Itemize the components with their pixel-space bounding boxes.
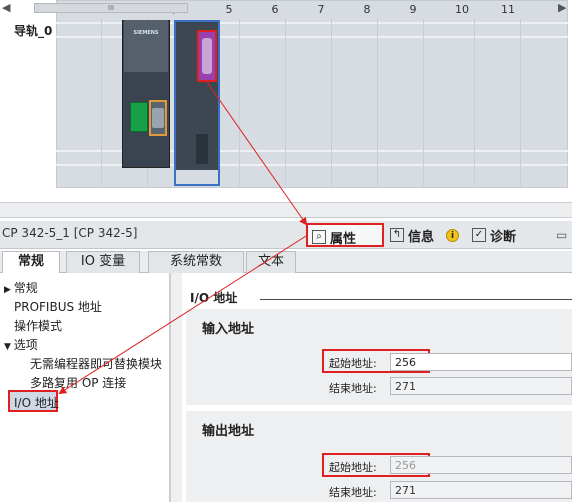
- output-end-address-field: [390, 481, 572, 499]
- slot-number: 10: [455, 3, 469, 16]
- section-divider: [260, 299, 572, 300]
- slot-divider: [239, 18, 240, 186]
- tab-properties-label: 属性: [330, 232, 357, 247]
- info-tab-icon: ↰: [390, 228, 404, 242]
- slot-number: 9: [409, 3, 417, 16]
- info-badge-icon: i: [446, 229, 459, 242]
- tab-diagnostics-label: 诊断: [490, 230, 517, 245]
- tree-item-io-address-label: I/O 地址: [14, 396, 59, 410]
- input-group-title: 输入地址: [202, 322, 255, 337]
- tree-item-profibus[interactable]: PROFIBUS 地址: [14, 298, 102, 315]
- subtab-general[interactable]: 常规: [2, 251, 60, 273]
- output-start-label: 起始地址:: [329, 461, 377, 474]
- slot-divider: [423, 18, 424, 186]
- properties-icon: ⌕: [312, 230, 326, 244]
- input-start-address-field[interactable]: [390, 353, 572, 371]
- tab-info-label: 信息: [408, 230, 435, 245]
- horizontal-scrollbar[interactable]: [0, 202, 572, 218]
- tree-scrollbar[interactable]: [170, 273, 182, 502]
- slot-number: 8: [363, 3, 371, 16]
- section-title: I/O 地址: [190, 291, 238, 305]
- inspector-title: CP 342-5_1 [CP 342-5]: [2, 226, 138, 240]
- scroll-right-icon[interactable]: ▶: [558, 1, 566, 14]
- tree-item-mode[interactable]: 操作模式: [14, 317, 62, 334]
- output-start-address-field: [390, 456, 572, 474]
- tab-properties[interactable]: ⌕ 属性: [306, 223, 384, 247]
- slot-divider: [285, 18, 286, 186]
- panel-menu-icon[interactable]: ▭: [556, 228, 567, 242]
- cpu-ethernet-port: [130, 102, 148, 132]
- slot-number: 5: [225, 3, 233, 16]
- slot-divider: [377, 18, 378, 186]
- slot-number: 6: [271, 3, 279, 16]
- cpu-module-top: [124, 20, 168, 72]
- rail-label: 导轨_0: [14, 24, 53, 38]
- cp-status-leds: [196, 134, 208, 164]
- slot-number: 7: [317, 3, 325, 16]
- output-end-label: 结束地址:: [329, 486, 377, 499]
- input-end-label: 结束地址:: [329, 382, 377, 395]
- subtab-sys-constants[interactable]: 系统常数: [148, 251, 244, 273]
- output-group-title: 输出地址: [202, 424, 255, 439]
- slot-divider: [331, 18, 332, 186]
- tree-item-multiplex[interactable]: 多路复用 OP 连接: [30, 374, 126, 391]
- slot-number: 11: [501, 3, 515, 16]
- scroll-thumb[interactable]: III: [34, 3, 188, 13]
- cpu-brand-label: SIEMENS: [133, 30, 159, 36]
- connector-pins-icon: [202, 38, 212, 74]
- tree-item-label: 选项: [13, 338, 38, 352]
- tree-item-general[interactable]: ▶ 常规: [4, 279, 38, 296]
- tab-diagnostics[interactable]: ✓ 诊断: [468, 223, 540, 247]
- subtab-io-vars[interactable]: IO 变量: [66, 251, 140, 273]
- input-start-label: 起始地址:: [329, 357, 377, 370]
- expand-arrow-icon: ▶: [4, 285, 14, 295]
- input-end-address-field: [390, 377, 572, 395]
- subtab-text[interactable]: 文本: [246, 251, 296, 273]
- slot-divider: [520, 18, 521, 186]
- collapse-arrow-icon: ▼: [4, 342, 14, 352]
- cpu-port-connector-icon: [152, 108, 164, 128]
- tree-item-no-pg[interactable]: 无需编程器即可替换模块: [30, 355, 162, 372]
- tree-item-options[interactable]: ▼ 选项: [4, 336, 38, 353]
- slot-divider: [474, 18, 475, 186]
- scroll-left-icon[interactable]: ◀: [2, 1, 10, 14]
- slot-divider: [101, 18, 102, 186]
- tree-item-label: 常规: [13, 281, 38, 295]
- diagnostics-icon: ✓: [472, 228, 486, 242]
